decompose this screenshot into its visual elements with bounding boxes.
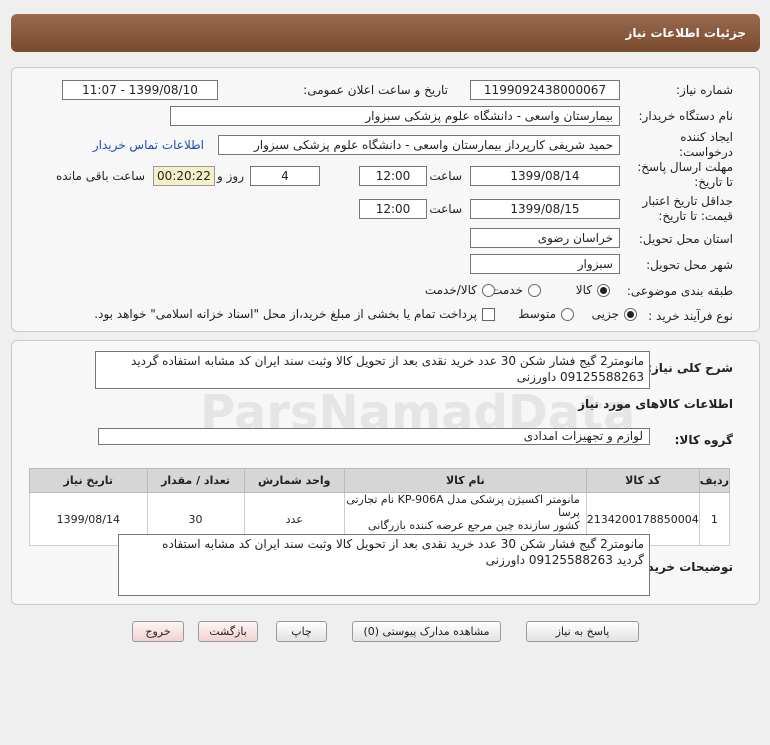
creator-field: حمید شریفی کارپرداز بیمارستان واسعی - دا…: [218, 135, 620, 155]
deadline-date-field: 1399/08/14: [470, 166, 620, 186]
category-goods-radio[interactable]: [597, 284, 610, 297]
city-field: سبزوار: [470, 254, 620, 274]
col-name: نام کالا: [343, 468, 587, 493]
back-button[interactable]: بازگشت: [198, 621, 258, 642]
print-button[interactable]: چاپ: [276, 621, 327, 642]
remaining-label: ساعت باقی مانده: [55, 169, 145, 183]
need-number-field: 1199092438000067: [470, 80, 620, 100]
summary-label: شرح کلی نیاز:: [647, 361, 733, 375]
validity-label-2: قیمت: تا تاریخ:: [658, 209, 733, 223]
days-remaining-field: 4: [250, 166, 320, 186]
col-code: کد کالا: [585, 468, 700, 493]
deadline-time-label: ساعت: [429, 169, 462, 183]
col-unit: واحد شمارش: [243, 468, 345, 493]
category-service-radio[interactable]: [528, 284, 541, 297]
deadline-label: مهلت ارسال پاسخ:: [637, 160, 733, 174]
creator-label: ایجاد کننده: [680, 130, 733, 144]
col-index: ردیف: [698, 468, 731, 493]
buyer-org-label: نام دستگاه خریدار:: [638, 109, 734, 123]
deadline-time-field: 12:00: [359, 166, 427, 186]
creator-label-2: درخواست:: [679, 145, 733, 159]
summary-field: مانومتر2 گیج فشار شکن 30 عدد خرید نقدی ب…: [95, 351, 650, 389]
validity-time-field: 12:00: [359, 199, 427, 219]
buyer-notes-line-1: مانومتر2 گیج فشار شکن 30 عدد خرید نقدی ب…: [162, 537, 644, 551]
validity-label: جداقل تاریخ اعتبار: [642, 194, 733, 208]
countdown-field: 00:20:22: [153, 166, 215, 186]
buyer-notes-line-2: گردید 09125588263 داورزنی: [485, 553, 644, 567]
validity-time-label: ساعت: [429, 202, 462, 216]
treasury-payment-checkbox[interactable]: [482, 308, 495, 321]
purchase-medium-radio[interactable]: [561, 308, 574, 321]
purchase-minor-radio[interactable]: [624, 308, 637, 321]
deadline-label-2: تا تاریخ:: [694, 175, 733, 189]
goods-group-field: لوازم و تجهیزات امدادی: [98, 428, 650, 445]
buyer-org-field: بیمارستان واسعی - دانشگاه علوم پزشکی سبز…: [170, 106, 620, 126]
row-index: 1: [698, 492, 731, 546]
reply-button[interactable]: پاسخ به نیاز: [526, 621, 639, 642]
buyer-notes-field: مانومتر2 گیج فشار شکن 30 عدد خرید نقدی ب…: [118, 534, 650, 596]
province-label: استان محل تحویل:: [638, 232, 733, 246]
announce-date-label: تاریخ و ساعت اعلان عمومی:: [303, 83, 448, 97]
goods-table-header: ردیف کد کالا نام کالا واحد شمارش تعداد /…: [29, 468, 731, 493]
announce-date-field: 1399/08/10 - 11:07: [62, 80, 218, 100]
buyer-contact-link[interactable]: اطلاعات تماس خریدار: [93, 138, 204, 152]
goods-info-title: اطلاعات کالاهای مورد نیاز: [578, 397, 733, 411]
treasury-payment-note: پرداخت تمام یا بخشی از مبلغ خرید،از محل …: [94, 307, 477, 321]
city-label: شهر محل تحویل:: [646, 258, 733, 272]
summary-line-2: 09125588263 داورزنی: [516, 370, 644, 384]
province-field: خراسان رضوی: [470, 228, 620, 248]
attachments-button[interactable]: مشاهده مدارک پیوستی (0): [352, 621, 501, 642]
category-both-label: کالا/خدمت: [424, 283, 477, 297]
col-date: تاریخ نیاز: [29, 468, 148, 493]
summary-line-1: مانومتر2 گیج فشار شکن 30 عدد خرید نقدی ب…: [131, 354, 644, 368]
page-title: جزئیات اطلاعات نیاز: [625, 26, 746, 40]
purchase-type-label: نوع فرآیند خرید :: [648, 309, 733, 323]
row-name-line-1: مانومتر اکسیژن پزشکی مدل KP-906A نام تجا…: [346, 493, 580, 519]
days-label: روز و: [217, 169, 244, 183]
need-number-label: شماره نیاز:: [676, 83, 733, 97]
col-qty: تعداد / مقدار: [146, 468, 245, 493]
validity-date-field: 1399/08/15: [470, 199, 620, 219]
exit-button[interactable]: خروج: [132, 621, 184, 642]
purchase-minor-label: جزیی: [591, 307, 619, 321]
goods-group-label: گروه کالا:: [674, 433, 733, 447]
category-service-label: خدمت: [491, 283, 523, 297]
category-label: طبقه بندی موضوعی:: [626, 284, 733, 298]
page-title-bar: جزئیات اطلاعات نیاز: [11, 14, 760, 52]
purchase-medium-label: متوسط: [518, 307, 556, 321]
category-both-radio[interactable]: [482, 284, 495, 297]
category-goods-label: کالا: [575, 283, 592, 297]
